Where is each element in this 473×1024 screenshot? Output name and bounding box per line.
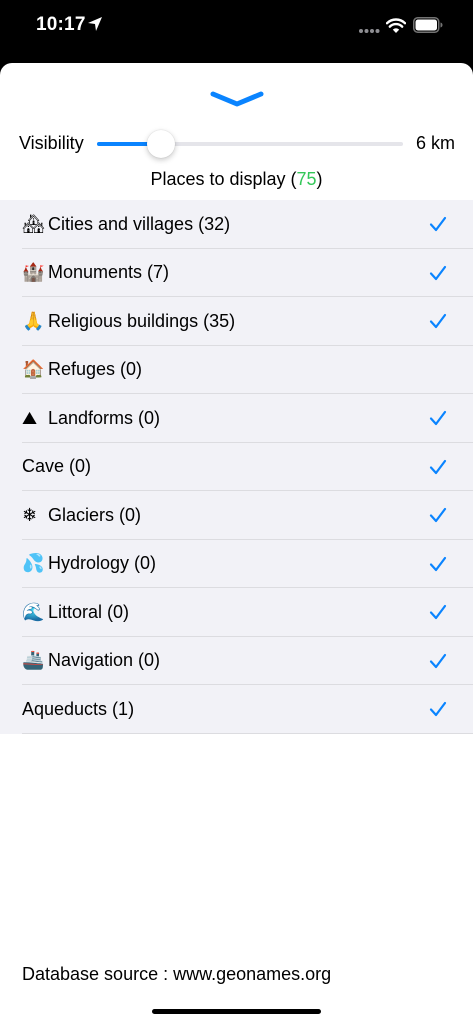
- list-item-content: Aqueducts (1): [22, 699, 134, 720]
- list-item[interactable]: Cave (0): [0, 443, 473, 492]
- visibility-row: Visibility 6 km: [0, 129, 473, 159]
- list-item-label: Monuments (7): [48, 262, 170, 283]
- checkmark-icon: [429, 653, 447, 668]
- wifi-icon: [386, 18, 406, 33]
- list-item-content: Cave (0): [22, 456, 91, 477]
- checkmark-icon: [429, 605, 447, 620]
- list-item-content: ⛰ Landforms (0): [22, 408, 160, 429]
- status-bar: 10:17: [0, 0, 473, 58]
- database-source: Database source : www.geonames.org: [22, 964, 332, 984]
- category-list: 🏘 Cities and villages (32) 🏰 Monuments (7) 🙏…: [0, 200, 473, 734]
- list-item[interactable]: 🏠 Refuges (0): [0, 346, 473, 395]
- list-item[interactable]: 🙏 Religious buildings (35): [0, 297, 473, 346]
- list-item-label: Hydrology (0): [48, 553, 157, 574]
- category-emoji-icon: 💦: [22, 553, 45, 575]
- list-item[interactable]: ⛰ Landforms (0): [0, 394, 473, 443]
- list-item-label: Littoral (0): [48, 601, 130, 622]
- list-item[interactable]: 🏘 Cities and villages (32): [0, 200, 473, 249]
- list-item-label: Refuges (0): [48, 359, 143, 380]
- list-item[interactable]: 💦 Hydrology (0): [0, 540, 473, 589]
- places-suffix: ): [316, 169, 323, 189]
- category-emoji-icon: ⛰: [22, 407, 38, 429]
- checkmark-icon: [429, 314, 447, 329]
- category-emoji-icon: 🏠: [22, 359, 45, 381]
- list-item-content: 🙏 Religious buildings (35): [22, 311, 235, 332]
- list-item[interactable]: 🌊 Littoral (0): [0, 588, 473, 637]
- status-time: 10:17: [36, 14, 86, 35]
- dots-icon: [359, 29, 380, 33]
- slider-thumb[interactable]: [147, 130, 176, 158]
- category-emoji-icon: 🚢: [22, 650, 45, 672]
- category-emoji-icon: ❄: [22, 504, 38, 526]
- category-emoji-icon: 🙏: [22, 310, 45, 332]
- list-item-label: Aqueducts (1): [22, 698, 135, 719]
- list-item-label: Cave (0): [22, 456, 92, 477]
- checkmark-icon: [429, 459, 447, 474]
- places-prefix: Places to display (: [150, 169, 297, 189]
- list-item-content: ❄ Glaciers (0): [22, 505, 141, 526]
- category-emoji-icon: 🏰: [22, 262, 45, 284]
- list-item-label: Cities and villages (32): [48, 213, 231, 234]
- list-item-content: 🚢 Navigation (0): [22, 650, 160, 671]
- checkmark-icon: [429, 556, 447, 571]
- category-emoji-icon: 🌊: [22, 601, 45, 623]
- list-item-label: Glaciers (0): [48, 504, 142, 525]
- list-item-content: 🏘 Cities and villages (32): [22, 214, 230, 235]
- checkmark-icon: [429, 411, 447, 426]
- checkmark-icon: [429, 265, 447, 280]
- filter-sheet: Visibility 6 km Places to display (75) 🏘…: [0, 63, 473, 1024]
- chevron-down-icon[interactable]: [209, 89, 265, 109]
- places-count: 75: [296, 169, 317, 189]
- category-emoji-icon: 🏘: [22, 213, 45, 235]
- list-item-label: Landforms (0): [48, 407, 161, 428]
- list-item-label: Navigation (0): [48, 650, 161, 671]
- list-item[interactable]: Aqueducts (1): [0, 685, 473, 734]
- screen: 10:17 Visibility 6 km Places to display …: [0, 0, 473, 1024]
- home-indicator: [152, 1009, 321, 1014]
- visibility-label: Visibility: [19, 133, 84, 153]
- list-item[interactable]: 🚢 Navigation (0): [0, 637, 473, 686]
- list-item-content: 🌊 Littoral (0): [22, 602, 129, 623]
- list-item-content: 🏰 Monuments (7): [22, 262, 169, 283]
- checkmark-icon: [429, 217, 447, 232]
- battery-icon: [413, 17, 443, 33]
- checkmark-icon: [429, 508, 447, 523]
- list-item[interactable]: ❄ Glaciers (0): [0, 491, 473, 540]
- list-item-label: Religious buildings (35): [48, 310, 236, 331]
- distance-value: 6 km: [415, 133, 455, 153]
- list-item-content: 💦 Hydrology (0): [22, 553, 156, 574]
- list-item-content: 🏠 Refuges (0): [22, 359, 142, 380]
- visibility-slider[interactable]: [97, 130, 403, 158]
- checkmark-icon: [429, 702, 447, 717]
- location-icon: [88, 17, 102, 31]
- list-item[interactable]: 🏰 Monuments (7): [0, 249, 473, 298]
- places-to-display: Places to display (75): [0, 169, 473, 190]
